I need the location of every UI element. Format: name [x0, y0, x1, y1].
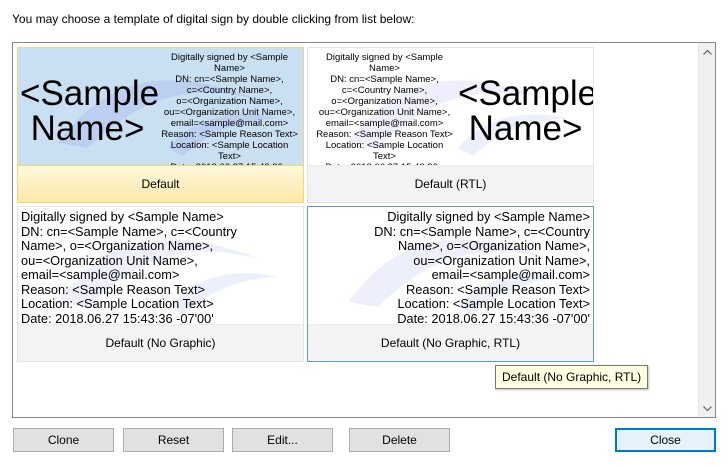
- template-tile-no-graphic[interactable]: Digitally signed by <Sample Name> DN: cn…: [17, 206, 304, 362]
- template-caption: Default (RTL): [308, 165, 593, 202]
- template-caption: Default (No Graphic, RTL): [308, 324, 593, 361]
- close-button[interactable]: Close: [615, 428, 716, 452]
- signature-details: Digitally signed by <Sample Name> DN: cn…: [161, 52, 298, 166]
- vertical-scrollbar[interactable]: [698, 43, 715, 417]
- sample-name-large: <Sample Name>: [458, 74, 593, 148]
- tooltip: Default (No Graphic, RTL): [495, 365, 649, 389]
- template-caption: Default (No Graphic): [18, 324, 303, 361]
- clone-button[interactable]: Clone: [13, 428, 114, 452]
- edit-button[interactable]: Edit...: [232, 428, 333, 452]
- sample-name-large: <Sample Name>: [20, 74, 160, 148]
- template-preview: Digitally signed by <Sample Name> DN: cn…: [18, 207, 303, 325]
- template-list[interactable]: <Sample Name> Digitally signed by <Sampl…: [12, 42, 716, 418]
- signature-details: Digitally signed by <Sample Name> DN: cn…: [374, 209, 590, 325]
- template-tile-no-graphic-rtl[interactable]: Digitally signed by <Sample Name> DN: cn…: [307, 206, 594, 362]
- template-preview: Digitally signed by <Sample Name> DN: cn…: [308, 207, 593, 325]
- template-tile-default-rtl[interactable]: Digitally signed by <Sample Name> DN: cn…: [307, 47, 594, 203]
- template-caption: Default: [18, 165, 303, 202]
- template-preview: Digitally signed by <Sample Name> DN: cn…: [308, 48, 593, 166]
- signature-details: Digitally signed by <Sample Name> DN: cn…: [21, 209, 237, 325]
- instruction-text: You may choose a template of digital sig…: [12, 12, 415, 26]
- scroll-up-button[interactable]: [699, 43, 715, 60]
- chevron-up-icon: [702, 49, 712, 55]
- template-preview: <Sample Name> Digitally signed by <Sampl…: [18, 48, 303, 166]
- scroll-down-button[interactable]: [699, 400, 715, 417]
- chevron-down-icon: [702, 405, 712, 411]
- template-tile-default[interactable]: <Sample Name> Digitally signed by <Sampl…: [17, 47, 304, 203]
- reset-button[interactable]: Reset: [123, 428, 224, 452]
- signature-details: Digitally signed by <Sample Name> DN: cn…: [316, 52, 453, 166]
- delete-button[interactable]: Delete: [349, 428, 450, 452]
